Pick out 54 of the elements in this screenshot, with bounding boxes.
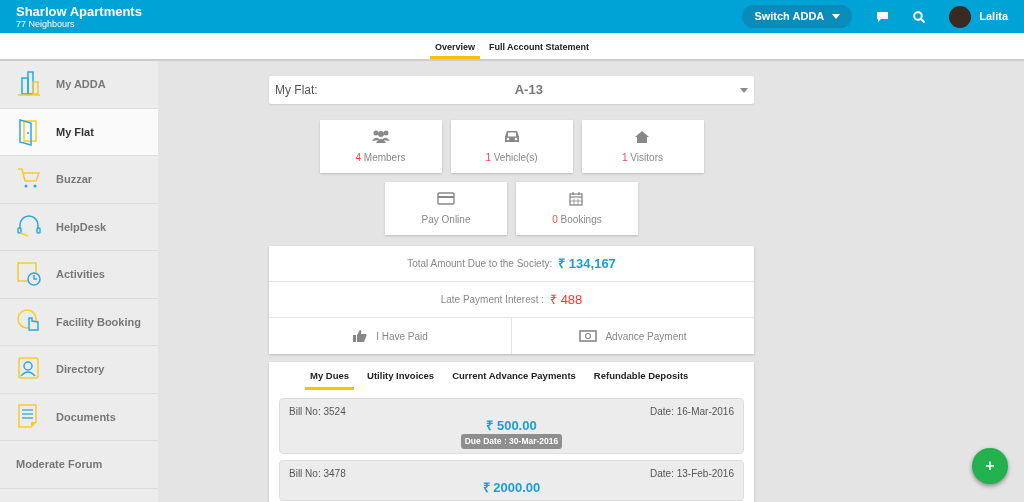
dues-tab[interactable]: Utility Invoices	[362, 362, 440, 390]
summary-tile[interactable]: Pay Online	[385, 182, 507, 235]
dues-tab[interactable]: Current Advance Payments	[447, 362, 581, 390]
interest-amount: ₹ 488	[550, 290, 583, 309]
flat-selector[interactable]: My Flat: A-13	[269, 76, 754, 104]
chat-icon[interactable]	[876, 10, 890, 23]
sidebar-item[interactable]: My Flat	[0, 108, 158, 156]
sidebar-item[interactable]: Moderate Forum	[0, 441, 158, 489]
sidebar-item[interactable]: Documents	[0, 393, 158, 441]
sidebar-item[interactable]: HelpDesk	[0, 203, 158, 251]
caret-icon	[832, 14, 841, 19]
bill-date: Date: 13-Feb-2016	[650, 467, 734, 480]
car-icon	[502, 128, 521, 144]
switch-adda-button[interactable]: Switch ADDA	[742, 5, 853, 28]
bill-amount: ₹ 2000.00	[481, 480, 542, 496]
nav-tab[interactable]: Overview	[429, 33, 480, 59]
bill-date: Date: 16-Mar-2016	[650, 405, 734, 418]
summary-tile[interactable]: 1 Vehicle(s)	[450, 120, 573, 173]
bill-card[interactable]: Bill No: 3478 Date: 13-Feb-2016 ₹ 2000.00	[279, 460, 744, 501]
summary-tile[interactable]: 4 Members	[319, 120, 442, 173]
action-button[interactable]: Advance Payment	[511, 318, 754, 354]
caret-icon	[740, 87, 748, 93]
add-button[interactable]: +	[972, 448, 1008, 484]
neighbour-count: 77 Neighbours	[16, 18, 75, 30]
dues-tab[interactable]: Refundable Deposits	[588, 362, 694, 390]
calendar-icon	[568, 190, 586, 206]
sidebar-item[interactable]: Directory	[0, 346, 158, 394]
credit-card-icon	[437, 190, 455, 206]
dues-tab[interactable]: My Dues	[305, 362, 355, 390]
calendar-icon	[16, 260, 42, 289]
sidebar-item[interactable]: Facility Booking	[0, 298, 158, 346]
summary-tile[interactable]: 0 Bookings	[516, 182, 638, 235]
sidebar-item[interactable]: My ADDA	[0, 61, 158, 109]
thumbs-up-icon	[352, 329, 369, 343]
sidebar-item[interactable]: Buzzar	[0, 156, 158, 204]
total-due-amount: ₹ 134,167	[558, 254, 616, 273]
people-icon	[371, 128, 390, 144]
bill-number: Bill No: 3478	[289, 467, 346, 480]
bill-card[interactable]: Bill No: 3524 Date: 16-Mar-2016 ₹ 500.00 Due Date : 30-Mar-2016	[279, 398, 744, 454]
sidebar-item[interactable]: Activities	[0, 251, 158, 299]
total-due-label: Total Amount Due to the Society:	[407, 257, 553, 271]
bill-number: Bill No: 3524	[289, 405, 346, 418]
avatar[interactable]	[949, 5, 972, 28]
bill-amount: ₹ 500.00	[485, 418, 538, 434]
building-icon	[16, 70, 42, 99]
search-icon[interactable]	[913, 10, 926, 23]
user-name[interactable]: Lalita	[979, 8, 1008, 25]
nav-tab[interactable]: Full Account Statement	[483, 33, 595, 59]
interest-label: Late Payment Interest :	[440, 293, 545, 307]
due-date-badge: Due Date : 30-Mar-2016	[460, 434, 563, 449]
app-title: Sharlow Apartments	[16, 3, 142, 19]
action-button[interactable]: I Have Paid	[269, 318, 511, 354]
banknote-icon	[579, 330, 598, 342]
summary-tile[interactable]: 1 Visitors	[581, 120, 704, 173]
